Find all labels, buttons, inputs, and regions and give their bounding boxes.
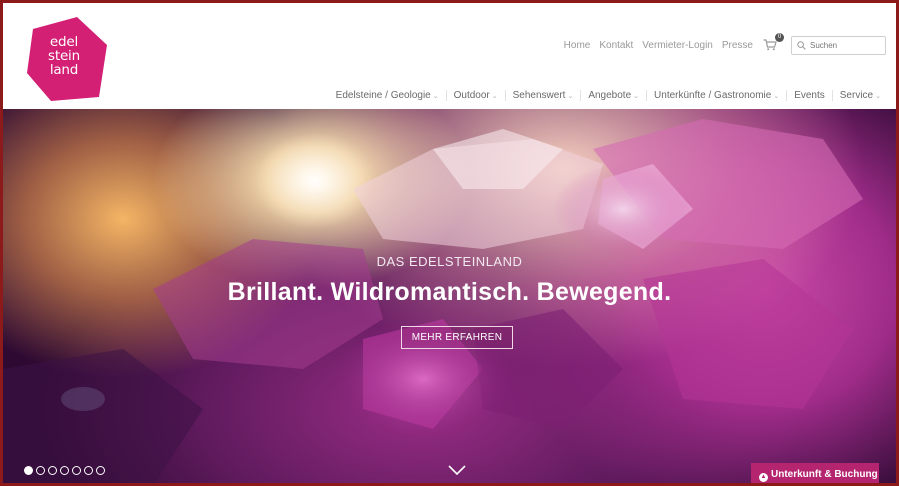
nav-label: Unterkünfte / Gastronomie bbox=[654, 89, 772, 101]
nav-service[interactable]: Service ⌄ bbox=[831, 89, 888, 101]
nav-events[interactable]: Events bbox=[786, 89, 832, 101]
slide-dot-1[interactable] bbox=[24, 466, 33, 475]
hero-caption: DAS EDELSTEINLAND Brillant. Wildromantis… bbox=[3, 109, 896, 483]
chevron-down-icon: ⌄ bbox=[773, 92, 780, 100]
logo-line-1: edel bbox=[49, 34, 79, 50]
chevron-down-icon: ⌄ bbox=[432, 92, 439, 100]
chevron-down-icon: ⌄ bbox=[491, 92, 498, 100]
nav-sehenswert[interactable]: Sehenswert ⌄ bbox=[504, 89, 581, 101]
vermieter-login-link[interactable]: Vermieter-Login bbox=[642, 40, 713, 51]
nav-unterkuenfte-gastronomie[interactable]: Unterkünfte / Gastronomie ⌄ bbox=[646, 89, 786, 101]
logo-line-3: land bbox=[49, 62, 79, 78]
mehr-erfahren-button[interactable]: MEHR ERFAHREN bbox=[401, 326, 513, 349]
hero-kicker: DAS EDELSTEINLAND bbox=[376, 254, 523, 269]
slide-dot-4[interactable] bbox=[60, 466, 69, 475]
logo[interactable]: edel stein land bbox=[25, 15, 111, 103]
chevron-down-icon: ⌄ bbox=[633, 92, 640, 100]
nav-label: Events bbox=[794, 89, 825, 101]
unterkunft-buchung-button[interactable]: ▲ Unterkunft & Buchung bbox=[751, 463, 879, 483]
presse-link[interactable]: Presse bbox=[722, 40, 753, 51]
logo-line-2: stein bbox=[48, 48, 80, 64]
nav-outdoor[interactable]: Outdoor ⌄ bbox=[445, 89, 505, 101]
nav-label: Angebote bbox=[588, 89, 632, 101]
utility-nav: Home Kontakt Vermieter-Login Presse 0 bbox=[555, 33, 886, 55]
browser-frame: edel stein land Home Kontakt Vermieter-L… bbox=[0, 0, 899, 486]
cart-icon bbox=[763, 39, 777, 51]
search-box[interactable] bbox=[791, 35, 886, 55]
scroll-down-icon[interactable] bbox=[447, 464, 467, 476]
main-nav: Edelsteine / Geologie ⌄ Outdoor ⌄ Sehenswe… bbox=[329, 87, 888, 103]
site-header: edel stein land Home Kontakt Vermieter-L… bbox=[3, 3, 896, 109]
chevron-up-icon: ▲ bbox=[759, 473, 768, 482]
cart-count-badge: 0 bbox=[775, 33, 784, 42]
kontakt-link[interactable]: Kontakt bbox=[599, 40, 633, 51]
search-input[interactable] bbox=[810, 40, 880, 50]
chevron-down-icon: ⌄ bbox=[875, 92, 881, 100]
nav-label: Sehenswert bbox=[512, 89, 566, 101]
hero-slider: DAS EDELSTEINLAND Brillant. Wildromantis… bbox=[3, 109, 896, 483]
nav-label: Service bbox=[839, 89, 874, 101]
hero-headline: Brillant. Wildromantisch. Bewegend. bbox=[227, 278, 672, 306]
logo-text: edel stein land bbox=[29, 35, 99, 77]
slide-dot-7[interactable] bbox=[96, 466, 105, 475]
slide-dot-3[interactable] bbox=[48, 466, 57, 475]
search-icon bbox=[797, 40, 806, 50]
slide-dot-5[interactable] bbox=[72, 466, 81, 475]
slider-pagination bbox=[24, 466, 108, 475]
booking-label: Unterkunft & Buchung bbox=[771, 469, 878, 480]
nav-edelsteine-geologie[interactable]: Edelsteine / Geologie ⌄ bbox=[329, 90, 446, 101]
slide-dot-6[interactable] bbox=[84, 466, 93, 475]
nav-label: Edelsteine / Geologie bbox=[335, 89, 431, 101]
nav-label: Outdoor bbox=[453, 89, 490, 101]
chevron-down-icon: ⌄ bbox=[567, 92, 574, 100]
nav-angebote[interactable]: Angebote ⌄ bbox=[580, 89, 646, 101]
slide-dot-2[interactable] bbox=[36, 466, 45, 475]
cart-button[interactable]: 0 bbox=[763, 33, 784, 52]
home-link[interactable]: Home bbox=[564, 40, 591, 51]
